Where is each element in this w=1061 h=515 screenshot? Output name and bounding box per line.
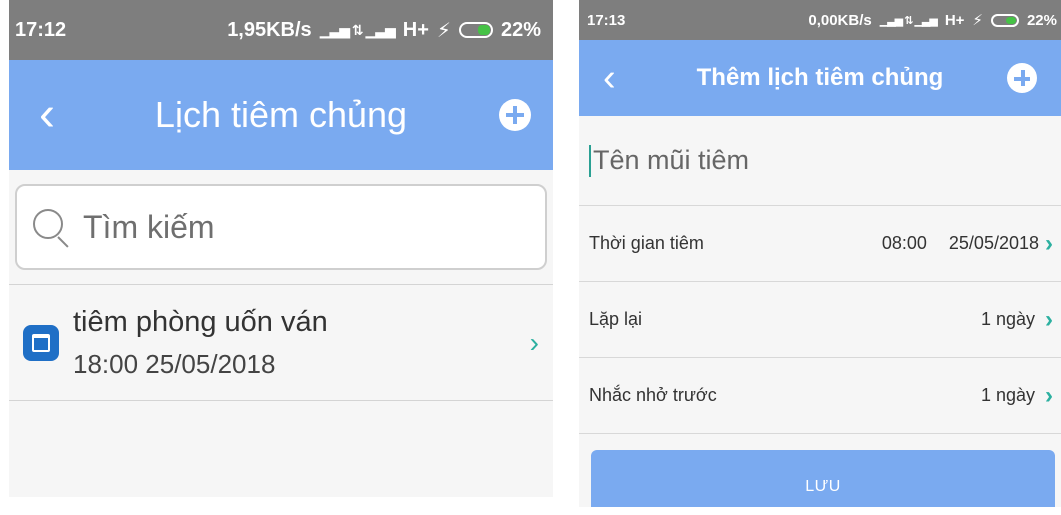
plus-circle-icon[interactable] xyxy=(499,99,531,131)
status-bar: 17:12 1,95KB/s ▁▃▅ ⇅ ▁▃▅ H+ ⚡ 22% xyxy=(9,0,553,60)
row-label: Thời gian tiêm xyxy=(589,233,704,253)
repeat-row[interactable]: Lặp lại 1 ngày › xyxy=(579,282,1061,358)
chevron-right-icon: › xyxy=(1045,229,1053,257)
injection-time: 08:00 xyxy=(881,233,927,253)
charging-icon: ⚡ xyxy=(972,12,983,29)
calendar-icon xyxy=(23,324,59,361)
signal-icon: ▁▃▅ ⇅ ▁▃▅ xyxy=(319,21,396,38)
network-type: H+ xyxy=(944,11,965,29)
row-label: Nhắc nhở trước xyxy=(589,385,717,405)
row-label: Lặp lại xyxy=(589,309,643,329)
injection-time-row[interactable]: Thời gian tiêm 08:00 25/05/2018 › xyxy=(579,206,1061,282)
battery-icon xyxy=(990,13,1019,27)
battery-icon xyxy=(458,22,493,38)
vaccination-schedule-screen: 17:12 1,95KB/s ▁▃▅ ⇅ ▁▃▅ H+ ⚡ 22% ‹ Lịch… xyxy=(9,0,553,497)
search-container xyxy=(9,170,553,285)
vaccine-name-input[interactable] xyxy=(593,145,1013,176)
plus-circle-icon[interactable] xyxy=(1007,63,1037,93)
chevron-right-icon: › xyxy=(1045,381,1053,409)
save-container: LƯU xyxy=(579,434,1061,507)
status-right: 1,95KB/s ▁▃▅ ⇅ ▁▃▅ H+ ⚡ 22% xyxy=(227,18,541,43)
save-button[interactable]: LƯU xyxy=(591,450,1055,507)
chevron-right-icon: › xyxy=(529,326,539,358)
app-bar: ‹ Lịch tiêm chủng xyxy=(9,60,553,170)
network-type: H+ xyxy=(402,18,429,41)
add-vaccination-screen: 17:13 0,00KB/s ▁▃▅ ⇅ ▁▃▅ H+ ⚡ 22% ‹ Thêm… xyxy=(579,0,1061,507)
item-text: tiêm phòng uốn ván 18:00 25/05/2018 xyxy=(73,306,328,380)
injection-date: 25/05/2018 xyxy=(948,233,1039,253)
list-item[interactable]: tiêm phòng uốn ván 18:00 25/05/2018 › xyxy=(9,285,553,401)
search-input[interactable] xyxy=(83,208,483,246)
battery-percent: 22% xyxy=(1026,11,1057,29)
item-title: tiêm phòng uốn ván xyxy=(73,305,328,338)
app-bar: ‹ Thêm lịch tiêm chủng xyxy=(579,40,1061,116)
page-title: Thêm lịch tiêm chủng xyxy=(696,64,944,91)
item-datetime: 18:00 25/05/2018 xyxy=(73,348,276,379)
network-speed: 1,95KB/s xyxy=(227,18,312,41)
remind-before-row[interactable]: Nhắc nhở trước 1 ngày › xyxy=(579,358,1061,434)
search-box[interactable] xyxy=(15,184,547,270)
charging-icon: ⚡ xyxy=(436,19,451,42)
status-bar: 17:13 0,00KB/s ▁▃▅ ⇅ ▁▃▅ H+ ⚡ 22% xyxy=(579,0,1061,40)
back-icon[interactable]: ‹ xyxy=(39,91,55,139)
remind-value: 1 ngày xyxy=(980,385,1035,405)
status-time: 17:13 xyxy=(587,11,626,29)
status-right: 0,00KB/s ▁▃▅ ⇅ ▁▃▅ H+ ⚡ 22% xyxy=(808,11,1057,30)
network-speed: 0,00KB/s xyxy=(808,11,872,29)
signal-icon: ▁▃▅ ⇅ ▁▃▅ xyxy=(879,14,938,27)
chevron-right-icon: › xyxy=(1045,305,1053,333)
repeat-value: 1 ngày xyxy=(980,309,1035,329)
page-title: Lịch tiêm chủng xyxy=(154,94,408,135)
vaccine-name-field[interactable] xyxy=(579,116,1061,206)
battery-percent: 22% xyxy=(500,18,541,41)
status-time: 17:12 xyxy=(15,18,67,41)
text-cursor xyxy=(589,144,591,177)
search-icon xyxy=(33,209,69,248)
back-icon[interactable]: ‹ xyxy=(603,59,616,97)
